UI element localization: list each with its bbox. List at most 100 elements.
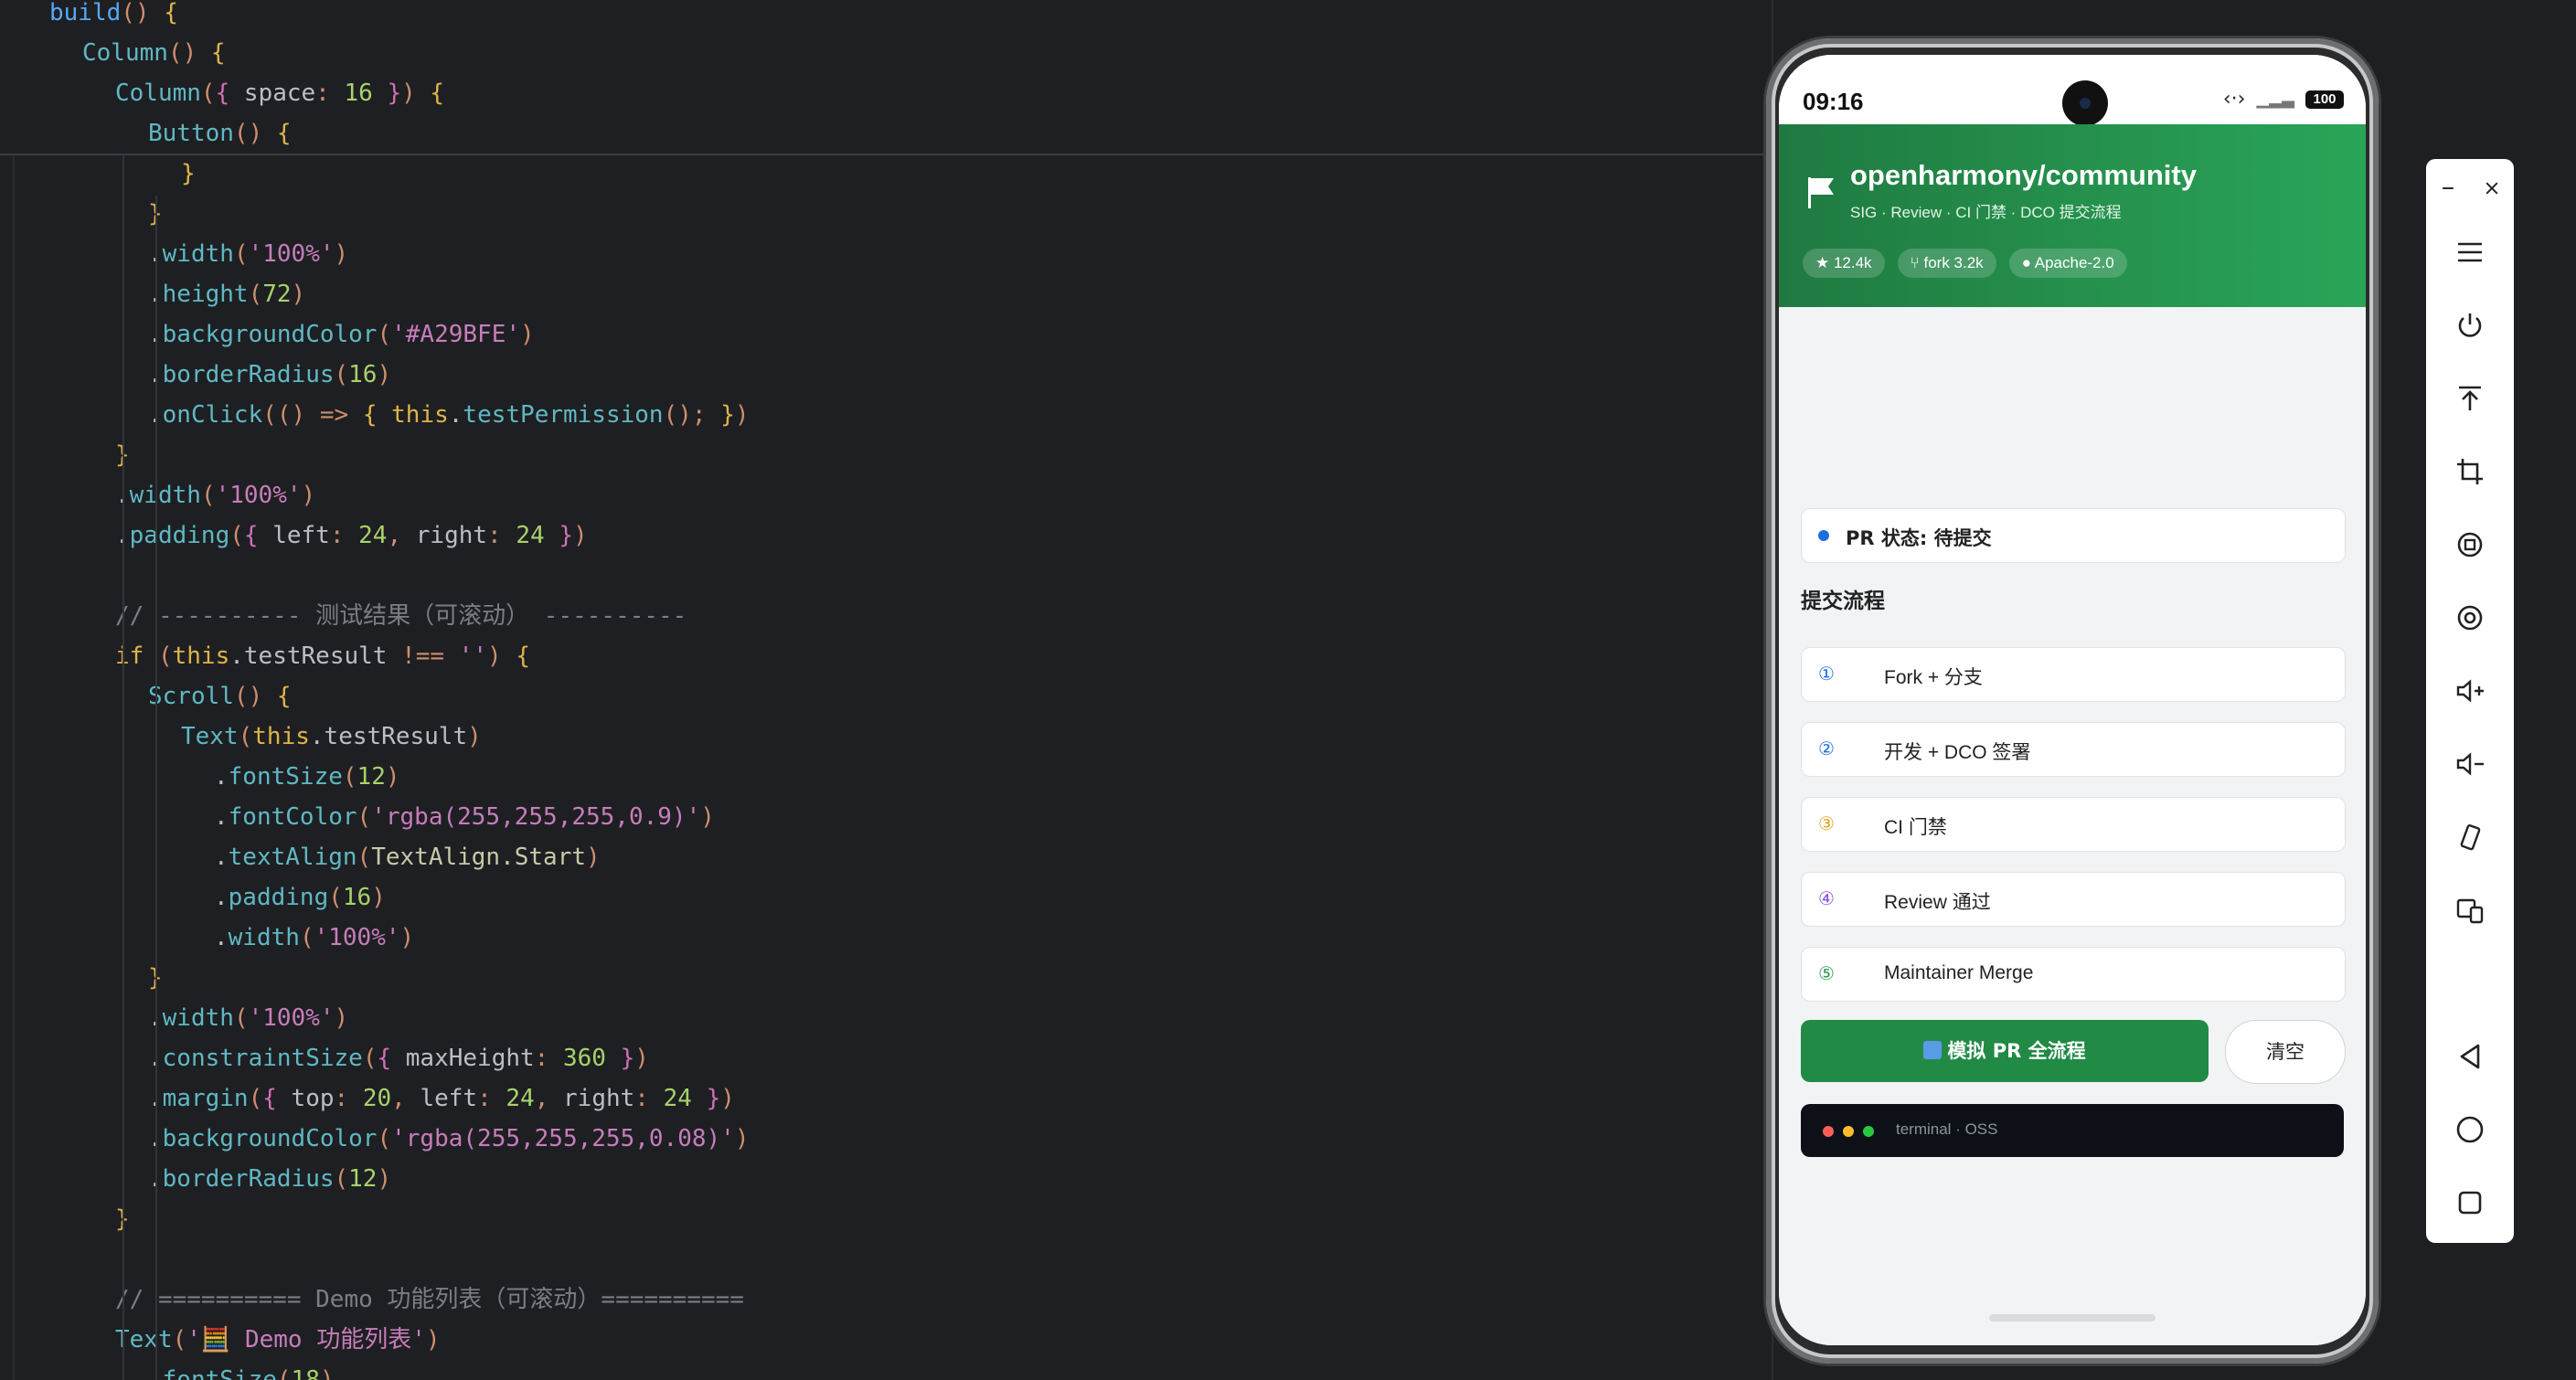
code-line[interactable]: .padding({ left: 24, right: 24 }) — [115, 517, 588, 554]
step-item[interactable]: ③ CI 门禁 — [1801, 797, 2346, 852]
battery-icon: 100 — [2305, 90, 2344, 109]
code-line[interactable]: Text(this.testResult) — [181, 718, 482, 755]
code-line[interactable]: Text('🧮 Demo 功能列表') — [115, 1322, 441, 1358]
code-line[interactable]: .textAlign(TextAlign.Start) — [214, 839, 601, 876]
code-token: 72 — [262, 281, 292, 308]
pr-status-label: PR 状态: 待提交 — [1846, 527, 1992, 549]
power-button[interactable] — [2443, 298, 2497, 353]
code-token: 20 — [362, 1085, 392, 1112]
code-token: ( — [200, 80, 216, 107]
code-line[interactable]: .onClick(() => { this.testPermission(); … — [148, 397, 750, 433]
crop-button[interactable] — [2443, 444, 2497, 499]
code-token: { — [430, 80, 445, 107]
code-token: ( — [229, 522, 244, 549]
sticky-header-divider — [0, 154, 1773, 155]
code-line[interactable]: build() { — [49, 0, 178, 31]
rotate-device-icon — [2460, 824, 2481, 851]
code-token: : — [315, 80, 345, 107]
code-line[interactable]: .padding(16) — [214, 879, 386, 916]
home-indicator[interactable] — [1989, 1314, 2156, 1322]
code-line[interactable]: .backgroundColor('#A29BFE') — [148, 316, 535, 353]
code-line[interactable]: } — [181, 155, 196, 192]
code-token: () — [233, 120, 277, 147]
play-icon — [1923, 1041, 1943, 1059]
code-line[interactable]: .borderRadius(12) — [148, 1161, 391, 1197]
code-token: 18 — [291, 1366, 320, 1380]
code-line[interactable]: .fontColor('rgba(255,255,255,0.9)') — [214, 799, 715, 835]
code-line[interactable]: .margin({ top: 20, left: 24, right: 24 }… — [148, 1080, 735, 1117]
code-token: } — [720, 401, 735, 429]
screen-record-button[interactable] — [2443, 590, 2497, 645]
step-item[interactable]: ⑤ Maintainer Merge — [1801, 947, 2346, 1002]
volume-up-button[interactable] — [2443, 663, 2497, 718]
emulator-toolbar — [2426, 159, 2514, 1243]
back-button[interactable] — [2443, 1029, 2497, 1084]
code-line[interactable]: if (this.testResult !== '') { — [115, 638, 530, 674]
terminal-panel: terminal · OSS — [1801, 1104, 2344, 1157]
code-line[interactable]: .fontSize(18) — [148, 1362, 335, 1380]
step-item[interactable]: ④ Review 通过 — [1801, 872, 2346, 927]
code-line[interactable]: .width('100%') — [148, 236, 348, 272]
code-token: { — [276, 120, 292, 147]
close-button[interactable] — [2472, 168, 2512, 208]
code-token: ( — [334, 1165, 349, 1193]
upload-button[interactable] — [2443, 371, 2497, 426]
recents-button[interactable] — [2443, 1175, 2497, 1230]
indent-guide — [155, 196, 157, 1380]
code-token: this — [252, 723, 310, 750]
code-token: space — [243, 80, 316, 107]
code-token: backgroundColor — [162, 321, 378, 348]
code-line[interactable]: .backgroundColor('rgba(255,255,255,0.08)… — [148, 1120, 749, 1157]
code-token: ) — [634, 1045, 649, 1072]
code-line[interactable]: Button() { — [148, 115, 292, 152]
minimize-button[interactable] — [2428, 168, 2468, 208]
code-token: 24 — [663, 1085, 692, 1112]
code-token: ) — [377, 1165, 392, 1193]
code-token: width — [129, 482, 201, 509]
code-token: ( — [200, 482, 216, 509]
code-token: , — [387, 522, 416, 549]
phone-screen[interactable]: 09:16 ‹·› ▁▂▃ 100 openharmony/community … — [1779, 55, 2366, 1345]
volume-down-button[interactable] — [2443, 737, 2497, 791]
code-line[interactable]: Column() { — [82, 35, 226, 71]
code-line[interactable]: .width('100%') — [214, 919, 414, 956]
code-token: '100%' — [248, 1004, 335, 1032]
code-line[interactable]: Scroll() { — [148, 678, 292, 715]
code-token: . — [448, 401, 463, 429]
home-button[interactable] — [2443, 1102, 2497, 1157]
step-item[interactable]: ② 开发 + DCO 签署 — [1801, 722, 2346, 777]
code-line[interactable]: .width('100%') — [148, 1000, 348, 1036]
code-line[interactable]: // ========== Demo 功能列表（可滚动）========== — [115, 1281, 744, 1318]
multi-device-button[interactable] — [2443, 883, 2497, 938]
code-token: ) — [301, 482, 316, 509]
code-line[interactable]: .height(72) — [148, 276, 305, 313]
code-token: { — [276, 683, 292, 710]
code-line[interactable]: // ---------- 测试结果（可滚动） ---------- — [115, 598, 687, 634]
repo-subtitle: SIG · Review · CI 门禁 · DCO 提交流程 — [1850, 204, 2122, 221]
code-line[interactable]: .borderRadius(16) — [148, 356, 391, 393]
code-line[interactable]: .width('100%') — [115, 477, 315, 514]
code-line[interactable]: .constraintSize({ maxHeight: 360 }) — [148, 1040, 649, 1077]
code-line[interactable]: .fontSize(12) — [214, 759, 400, 795]
code-token: 'rgba(255,255,255,0.08)' — [391, 1125, 735, 1152]
code-token: ) => — [291, 401, 363, 429]
code-token: { — [377, 1045, 406, 1072]
clear-button[interactable]: 清空 — [2225, 1020, 2346, 1084]
step-label: Review 通过 — [1884, 892, 1991, 913]
code-token: ( — [157, 642, 173, 670]
rotate-device-button[interactable] — [2443, 810, 2497, 865]
step-item[interactable]: ① Fork + 分支 — [1801, 647, 2346, 702]
code-token: } — [372, 80, 402, 107]
rotate-button[interactable] — [2443, 517, 2497, 572]
code-token: !== — [401, 642, 459, 670]
code-token: { — [362, 401, 392, 429]
code-token: 16 — [348, 361, 378, 388]
code-token: ( — [377, 321, 392, 348]
step-number: ③ — [1818, 812, 1835, 834]
menu-button[interactable] — [2443, 225, 2497, 280]
simulate-pr-button[interactable]: 模拟 PR 全流程 — [1801, 1020, 2209, 1082]
code-token: ( — [233, 240, 249, 268]
code-editor[interactable]: build() {Column() {Column({ space: 16 })… — [0, 0, 1773, 1380]
code-token: : — [534, 1045, 563, 1072]
code-line[interactable]: Column({ space: 16 }) { — [115, 75, 444, 111]
